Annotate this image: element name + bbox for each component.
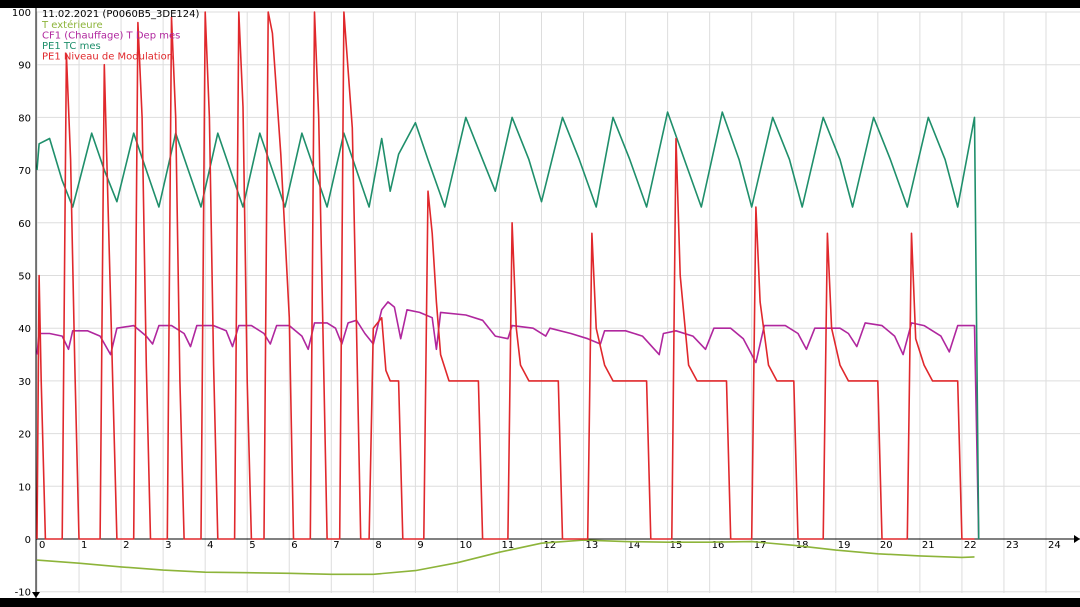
- y-tick-label: 90: [18, 61, 31, 72]
- x-tick-label: 8: [375, 540, 381, 551]
- plot-background: [0, 8, 1080, 598]
- y-tick-label: 40: [18, 324, 31, 335]
- x-tick-label: 0: [39, 540, 45, 551]
- y-tick-label: 50: [18, 272, 31, 283]
- chart-container: -10 0 10 20 30 40 50 60 70 80 90 100 0 1 2 3 4 5 6 7 8 9 10 11 1…: [0, 0, 1080, 603]
- x-tick-label: 19: [838, 540, 851, 551]
- x-tick-label: 3: [165, 540, 171, 551]
- y-tick-label: 100: [12, 8, 31, 19]
- x-tick-label: 4: [207, 540, 213, 551]
- y-tick-label: 70: [18, 166, 31, 177]
- x-tick-label: 24: [1048, 540, 1061, 551]
- legend-entry: CF1 (Chauffage) T Dep mes: [42, 31, 180, 42]
- y-tick-label: 30: [18, 377, 31, 388]
- legend-entry: PE1 Niveau de Modulation: [42, 52, 173, 63]
- legend-entry: T extérieure: [41, 19, 103, 31]
- x-tick-label: 10: [459, 540, 472, 551]
- x-tick-label: 20: [880, 540, 893, 551]
- x-tick-label: 22: [964, 540, 977, 551]
- y-tick-label: 0: [25, 535, 31, 546]
- x-tick-label: 5: [249, 540, 255, 551]
- y-tick-label: -10: [15, 588, 31, 599]
- chart-title: 11.02.2021 (P0060B5_3DE124): [42, 9, 200, 20]
- x-tick-label: 13: [586, 540, 599, 551]
- y-tick-label: 60: [18, 219, 31, 230]
- x-tick-label: 23: [1006, 540, 1019, 551]
- y-tick-label: 20: [18, 430, 31, 441]
- y-tick-label: 80: [18, 113, 31, 124]
- x-tick-label: 9: [417, 540, 423, 551]
- x-tick-label: 7: [333, 540, 339, 551]
- legend-entry: PE1 TC mes: [42, 41, 101, 52]
- x-tick-label: 1: [81, 540, 87, 551]
- x-tick-label: 6: [291, 540, 297, 551]
- x-tick-label: 21: [922, 540, 935, 551]
- x-tick-label: 2: [123, 540, 129, 551]
- y-tick-label: 10: [18, 482, 31, 493]
- line-chart: -1001020304050607080901000 1 2 3 4 5 6 7 8 9 10 11 1…: [0, 0, 1080, 603]
